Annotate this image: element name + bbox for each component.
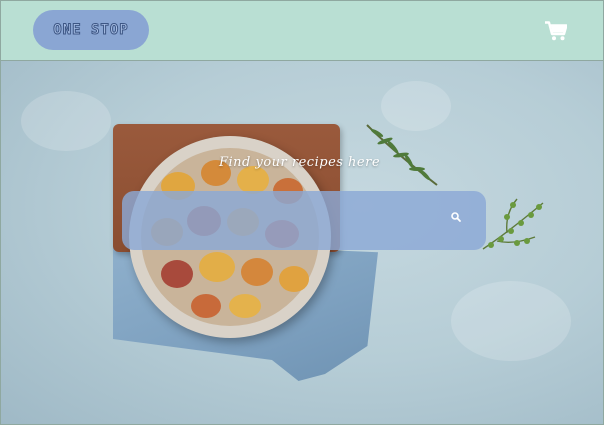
shopping-cart-icon[interactable]	[543, 21, 568, 41]
hero-tagline: Find your recipes here	[219, 155, 381, 170]
top-navbar: ONE STOP	[0, 0, 604, 61]
brand-logo[interactable]: ONE STOP	[33, 10, 149, 50]
thyme-sprig	[482, 198, 544, 250]
recipe-search-input[interactable]	[136, 191, 446, 250]
background-texture	[451, 281, 571, 361]
search-icon[interactable]	[449, 209, 463, 223]
recipe-search-bar[interactable]	[122, 191, 486, 250]
brand-logo-text: ONE STOP	[53, 22, 129, 39]
background-texture	[21, 91, 111, 151]
hero-banner: Find your recipes here	[0, 61, 604, 425]
